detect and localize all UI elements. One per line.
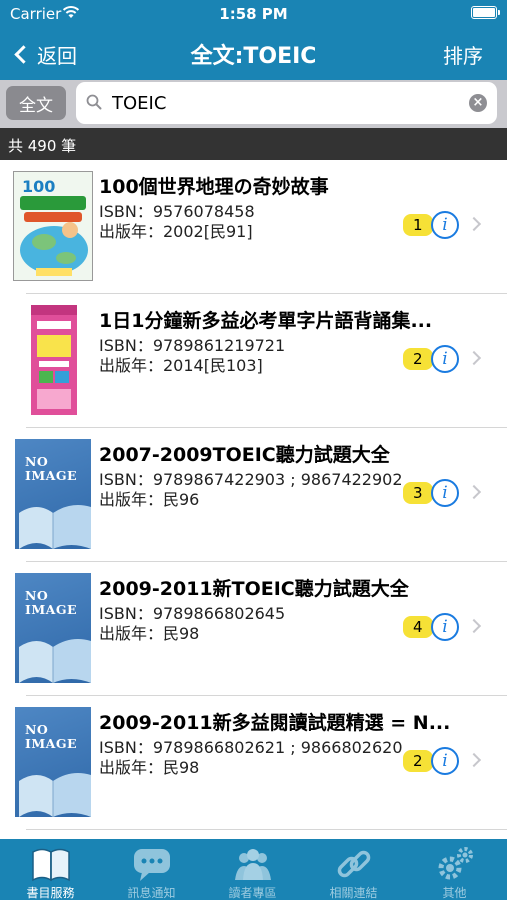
status-time: 1:58 PM [219,5,288,23]
info-icon[interactable]: i [431,345,459,373]
sort-button[interactable]: 排序 [443,40,483,69]
list-item[interactable]: 1日1分鐘新多益必考單字片語背誦集... ISBN：9789861219721 … [0,294,507,428]
holdings-count-badge: 2 [403,348,433,370]
no-image-label: NO IMAGE [25,454,78,483]
holdings-count-badge: 2 [403,750,433,772]
chevron-left-icon [14,45,33,64]
search-input[interactable] [112,82,452,124]
tab-related-links[interactable]: 相關連結 [303,839,404,900]
search-bar: 全文 × [0,80,507,128]
svg-text:100: 100 [22,177,55,196]
list-item[interactable]: NO IMAGE 2007-2009TOEIC聽力試題大全 ISBN：97898… [0,428,507,562]
battery-icon [471,6,500,19]
tab-label: 訊息通知 [127,886,176,900]
back-label: 返回 [37,44,77,68]
result-count: 共 490 筆 [0,128,507,160]
cover-100-geography-image: 100 [14,172,92,280]
info-icon[interactable]: i [431,479,459,507]
book-title: 1日1分鐘新多益必考單字片語背誦集... [99,310,433,332]
book-year: 出版年：2002[民91] [99,222,253,241]
tab-reader-area[interactable]: 讀者專區 [202,839,303,900]
search-icon [86,94,102,110]
book-year: 出版年：民98 [99,758,200,777]
chevron-right-icon [466,618,482,634]
holdings-count-badge: 3 [403,482,433,504]
search-field[interactable]: × [76,82,497,124]
cover-toeic-vocab-image [31,305,77,415]
tab-label: 讀者專區 [228,886,277,900]
open-book-icon [19,639,91,683]
list-item[interactable]: 100 100個世界地理の奇妙故事 ISBN：9576078458 出版年：20… [0,160,507,294]
no-image-cover: NO IMAGE [15,439,91,549]
back-button[interactable]: 返回 [12,40,77,69]
book-icon [32,848,70,882]
book-cover: 100 [13,171,93,281]
no-image-label: NO IMAGE [25,722,78,751]
book-year: 出版年：民96 [99,490,200,509]
info-icon[interactable]: i [431,747,459,775]
book-title: 100個世界地理の奇妙故事 [99,176,329,198]
open-book-icon [19,505,91,549]
no-image-cover: NO IMAGE [15,707,91,817]
book-year: 出版年：2014[民103] [99,356,263,375]
list-item[interactable]: NO IMAGE 2009-2011新多益閱讀試題精選 = N... ISBN：… [0,696,507,830]
book-title: 2009-2011新TOEIC聽力試題大全 [99,578,409,600]
chevron-right-icon [466,216,482,232]
book-title: 2009-2011新多益閱讀試題精選 = N... [99,712,451,734]
divider [26,829,507,830]
tab-label: 相關連結 [329,886,378,900]
no-image-label: NO IMAGE [25,588,78,617]
tab-label: 其他 [442,886,467,900]
results-list[interactable]: 100 100個世界地理の奇妙故事 ISBN：9576078458 出版年：20… [0,160,507,839]
tab-notifications[interactable]: 訊息通知 [101,839,202,900]
holdings-count-badge: 1 [403,214,433,236]
chevron-right-icon [466,484,482,500]
no-image-cover: NO IMAGE [15,573,91,683]
nav-bar: 返回 全文:TOEIC 排序 [0,28,507,80]
tab-bar: 書目服務 訊息通知 讀者專區 相關連結 其他 [0,839,507,900]
info-icon[interactable]: i [431,613,459,641]
chevron-right-icon [466,350,482,366]
book-year: 出版年：民98 [99,624,200,643]
info-icon[interactable]: i [431,211,459,239]
list-item[interactable]: NO IMAGE 2009-2011新TOEIC聽力試題大全 ISBN：9789… [0,562,507,696]
open-book-icon [19,773,91,817]
holdings-count-badge: 4 [403,616,433,638]
tab-label: 書目服務 [26,886,75,900]
book-cover [31,305,77,415]
book-title: 2007-2009TOEIC聽力試題大全 [99,444,390,466]
search-scope-button[interactable]: 全文 [6,86,66,120]
tab-catalog-service[interactable]: 書目服務 [0,839,101,900]
tab-other[interactable]: 其他 [404,839,507,900]
status-bar: Carrier 1:58 PM [0,0,507,28]
clear-search-icon[interactable]: × [469,94,487,112]
chevron-right-icon [466,752,482,768]
link-icon [337,850,371,878]
chat-bubble-icon [134,849,170,881]
gears-icon [438,847,473,880]
users-icon [235,849,271,880]
